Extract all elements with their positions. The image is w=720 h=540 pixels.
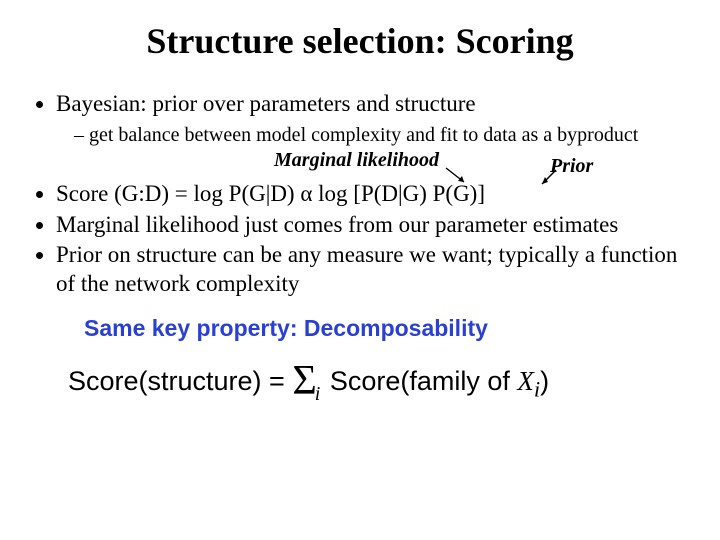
eq-xi-letter: X	[517, 366, 534, 396]
eq-rhs1: Score(family of	[322, 366, 517, 396]
slide: Structure selection: Scoring Bayesian: p…	[0, 0, 720, 540]
eq-sigma-sub: i	[315, 383, 321, 405]
bullet-marginal: Marginal likelihood just comes from our …	[56, 211, 692, 240]
bullet-bayesian-text: Bayesian: prior over parameters and stru…	[56, 91, 476, 116]
annotation-row: Marginal likelihood Prior	[56, 148, 692, 176]
bullet-prior: Prior on structure can be any measure we…	[56, 241, 692, 299]
marginal-likelihood-label: Marginal likelihood	[274, 148, 439, 173]
prior-label: Prior	[550, 154, 593, 179]
bullet-bayesian: Bayesian: prior over parameters and stru…	[56, 90, 692, 176]
slide-title: Structure selection: Scoring	[28, 20, 692, 62]
sigma-icon: Σ	[292, 358, 316, 404]
sub-balance: get balance between model complexity and…	[74, 123, 692, 148]
bullet-score-formula: Score (G:D) = log P(G|D) α log [P(D|G) P…	[56, 180, 692, 209]
bullet-list: Bayesian: prior over parameters and stru…	[34, 90, 692, 299]
score-equation: Score(structure) = Σi Score(family of Xi…	[68, 354, 692, 402]
eq-lhs: Score(structure) =	[68, 366, 292, 396]
decomposability-line: Same key property: Decomposability	[84, 315, 692, 342]
eq-rhs2: )	[540, 366, 549, 396]
sub-list: get balance between model complexity and…	[56, 123, 692, 148]
eq-xi: Xi	[517, 366, 540, 396]
